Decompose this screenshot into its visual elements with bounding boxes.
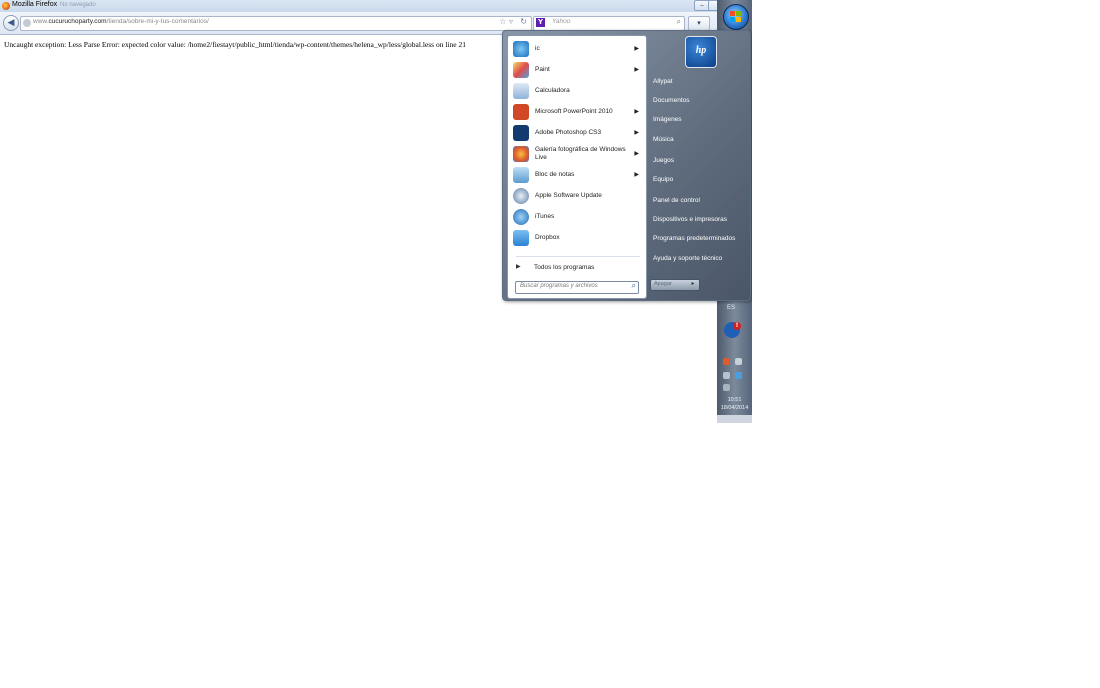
program-label: Apple Software Update	[535, 192, 602, 199]
start-search-input[interactable]: Buscar programas y archivos ⌕	[515, 281, 639, 294]
submenu-arrow-icon[interactable]: ▶	[634, 66, 639, 73]
tray-icon[interactable]	[735, 372, 742, 379]
search-placeholder: Yahoo	[552, 18, 571, 25]
itunes-icon	[513, 209, 529, 225]
program-item-calculadora[interactable]: Calculadora	[511, 82, 643, 101]
submenu-arrow-icon[interactable]: ▶	[634, 45, 639, 52]
url-bar[interactable]: www.cucuruchoparty.com/tienda/sobre-mi-y…	[20, 16, 532, 31]
link-programas-predeterminados[interactable]: Programas predeterminados	[653, 235, 735, 242]
program-label: Microsoft PowerPoint 2010	[535, 108, 613, 115]
program-item-apple-software-update[interactable]: Apple Software Update	[511, 187, 643, 206]
powerpoint-icon	[513, 104, 529, 120]
show-desktop-button[interactable]	[717, 415, 752, 423]
tab-label[interactable]: No navegado	[60, 2, 96, 8]
search-bar[interactable]: Y Yahoo ⌕	[533, 16, 685, 31]
program-item-bloc-de-notas[interactable]: Bloc de notas ▶	[511, 166, 643, 185]
link-documentos[interactable]: Documentos	[653, 97, 690, 104]
program-item-dropbox[interactable]: Dropbox	[511, 229, 643, 248]
programs-pane: ic ▶ Paint ▶ Calculadora Microsoft Power…	[507, 35, 647, 299]
reload-icon[interactable]: ↻	[520, 17, 527, 26]
desktop-screen: Mozilla Firefox No navegado ‒ ◀ www.cucu…	[0, 0, 752, 423]
link-equipo[interactable]: Equipo	[653, 176, 673, 183]
program-item-itunes[interactable]: iTunes	[511, 208, 643, 227]
language-indicator[interactable]: ES	[727, 305, 735, 311]
program-item-paint[interactable]: Paint ▶	[511, 61, 643, 80]
all-programs-label: Todos los programas	[534, 264, 595, 271]
submenu-arrow-icon[interactable]: ▶	[634, 150, 639, 157]
title-bar: Mozilla Firefox No navegado ‒	[0, 0, 752, 12]
url-text: www.cucuruchoparty.com/tienda/sobre-mi-y…	[33, 18, 209, 25]
tray-icon[interactable]	[735, 358, 742, 365]
alert-badge: !	[733, 322, 741, 330]
link-dispositivos[interactable]: Dispositivos e impresoras	[653, 216, 727, 223]
calculator-icon	[513, 83, 529, 99]
program-label: Paint	[535, 66, 550, 73]
program-label: iTunes	[535, 213, 555, 220]
program-label: Galería fotográfica de Windows Live	[535, 146, 626, 161]
notepad-icon	[513, 167, 529, 183]
shutdown-options-arrow-icon[interactable]: ▸	[689, 280, 697, 288]
photoshop-icon	[513, 125, 529, 141]
link-juegos[interactable]: Juegos	[653, 157, 674, 164]
tray-icon[interactable]	[723, 358, 730, 365]
program-item-photoshop[interactable]: Adobe Photoshop CS3 ▶	[511, 124, 643, 143]
search-icon[interactable]: ⌕	[677, 17, 681, 27]
submenu-arrow-icon[interactable]: ▶	[634, 108, 639, 115]
windows-logo-icon	[730, 11, 742, 23]
program-label: Dropbox	[535, 234, 560, 241]
dropbox-icon	[513, 230, 529, 246]
link-panel-de-control[interactable]: Panel de control	[653, 197, 700, 204]
link-ayuda[interactable]: Ayuda y soporte técnico	[653, 255, 722, 262]
volume-icon[interactable]	[723, 384, 730, 391]
link-musica[interactable]: Música	[653, 136, 674, 143]
program-label: Bloc de notas	[535, 171, 575, 178]
bookmark-star-icon[interactable]: ☆ ▿	[499, 17, 513, 26]
bookmarks-menu-button[interactable]: ▾	[688, 16, 710, 31]
user-picture[interactable]: hp	[685, 36, 717, 68]
search-icon[interactable]: ⌕	[632, 281, 636, 291]
network-icon[interactable]	[723, 372, 730, 379]
arrow-right-icon: ▶	[516, 263, 521, 270]
program-label: Adobe Photoshop CS3	[535, 129, 602, 136]
photo-gallery-icon	[513, 146, 529, 162]
link-user-folder[interactable]: Allypat	[653, 78, 673, 85]
program-item-powerpoint[interactable]: Microsoft PowerPoint 2010 ▶	[511, 103, 643, 122]
shutdown-label: Apagar	[654, 281, 672, 287]
hp-logo-icon: hp	[695, 45, 707, 56]
submenu-arrow-icon[interactable]: ▶	[634, 129, 639, 136]
apple-update-icon	[513, 188, 529, 204]
separator	[516, 256, 640, 257]
program-item-ic[interactable]: ic ▶	[511, 40, 643, 59]
program-label: ic	[535, 45, 540, 52]
start-menu: ic ▶ Paint ▶ Calculadora Microsoft Power…	[502, 30, 751, 301]
link-imagenes[interactable]: Imágenes	[653, 116, 682, 123]
error-message: Uncaught exception: Less Parse Error: ex…	[4, 40, 466, 49]
yahoo-engine-icon[interactable]: Y	[536, 18, 545, 27]
firefox-logo-icon	[2, 2, 10, 10]
program-item-galeria[interactable]: Galería fotográfica de Windows Live ▶	[511, 145, 643, 164]
program-label: Calculadora	[535, 87, 570, 94]
back-button[interactable]: ◀	[3, 15, 19, 31]
start-orb-button[interactable]	[723, 4, 749, 30]
site-identity-icon[interactable]	[23, 19, 31, 27]
search-placeholder: Buscar programas y archivos	[520, 283, 598, 289]
clock[interactable]: 10:51 18/04/2014	[717, 396, 752, 412]
window-title: Mozilla Firefox	[12, 1, 58, 8]
all-programs-button[interactable]: ▶ Todos los programas	[514, 261, 640, 275]
paint-icon	[513, 62, 529, 78]
clock-date: 18/04/2014	[720, 405, 749, 411]
clock-time: 10:51	[727, 397, 742, 403]
submenu-arrow-icon[interactable]: ▶	[634, 171, 639, 178]
ie-icon	[513, 41, 529, 57]
